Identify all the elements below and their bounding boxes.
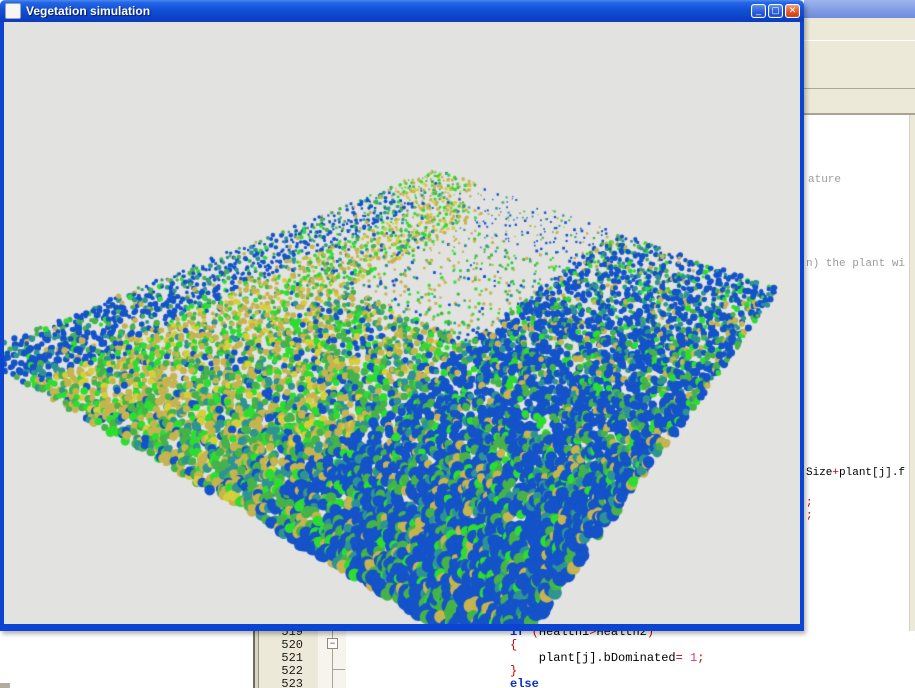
background-toolbar [804,41,915,89]
gutter-numbers: 519520521522523 [259,625,318,688]
code-token: ; [806,497,813,509]
simulation-canvas [4,22,800,624]
code-token: plant[j].bDominated [510,651,676,665]
code-token: Size [806,467,832,479]
window-controls: _ ▢ ✕ [749,4,800,18]
background-editor-area: ature n) the plant wi Size+plant[j].f;; [804,115,915,688]
background-ide-right-strip: ature n) the plant wi Size+plant[j].f;; [804,0,915,688]
fold-tick [333,669,345,670]
code-token: = [676,651,683,665]
fold-toggle-button[interactable]: − [327,638,338,649]
code-line: plant[j].bDominated= 1; [510,651,704,664]
code-line: } [510,664,704,677]
screen: ature n) the plant wi Size+plant[j].f;; 51… [0,0,915,688]
background-code-line: ; [806,497,813,509]
application-icon [5,3,21,19]
minimize-button[interactable]: _ [751,4,766,18]
close-button[interactable]: ✕ [785,4,800,18]
code-lines: if (Health1>Health2){ plant[j].bDominate… [510,625,704,688]
code-token: ; [806,510,813,522]
line-number: 523 [259,677,318,688]
code-line: { [510,638,704,651]
simulation-viewport: Plants: 9999 (Sp1: 1250 (0) Sp2: 1239 (2… [4,22,800,624]
window-title: Vegetation simulation [26,4,749,18]
title-bar[interactable]: Vegetation simulation _ ▢ ✕ [0,0,804,22]
code-token [683,651,690,665]
code-line: else [510,677,704,688]
maximize-button[interactable]: ▢ [768,4,783,18]
line-number: 522 [259,664,318,677]
bottom-left-pane [0,631,253,688]
code-token: ature [808,174,841,186]
code-token: else [510,677,539,688]
code-token: plant[j].f [839,467,905,479]
maximize-icon: ▢ [771,5,780,15]
code-token: { [510,638,517,652]
code-token: } [510,664,517,678]
background-ide-bottom-strip: 519520521522523 − if (Health1>Health2){ … [0,631,915,688]
background-code-line: ; [806,510,813,522]
status-overlay: Plants: 9999 (Sp1: 1250 (0) Sp2: 1239 (2… [7,596,728,624]
background-code-line: ature [808,174,841,186]
close-icon: ✕ [789,5,797,15]
line-number: 521 [259,651,318,664]
background-code-line: Size+plant[j].f [806,467,905,479]
line-number: 520 [259,638,318,651]
code-token: ; [697,651,704,665]
editor-scrollbar[interactable] [909,115,915,631]
background-menubar [804,18,915,41]
background-toolbar-lower [804,89,915,115]
code-token: n) the plant wi [806,258,905,270]
scrollbar-corner [0,683,10,688]
background-code-line: n) the plant wi [806,258,905,270]
background-window-titlebar [804,0,915,18]
minimize-icon: _ [756,5,761,15]
rightstrip-code-layer: ature n) the plant wi Size+plant[j].f;; [804,115,915,688]
vegetation-window: Vegetation simulation _ ▢ ✕ Plants: 9999… [0,0,804,631]
